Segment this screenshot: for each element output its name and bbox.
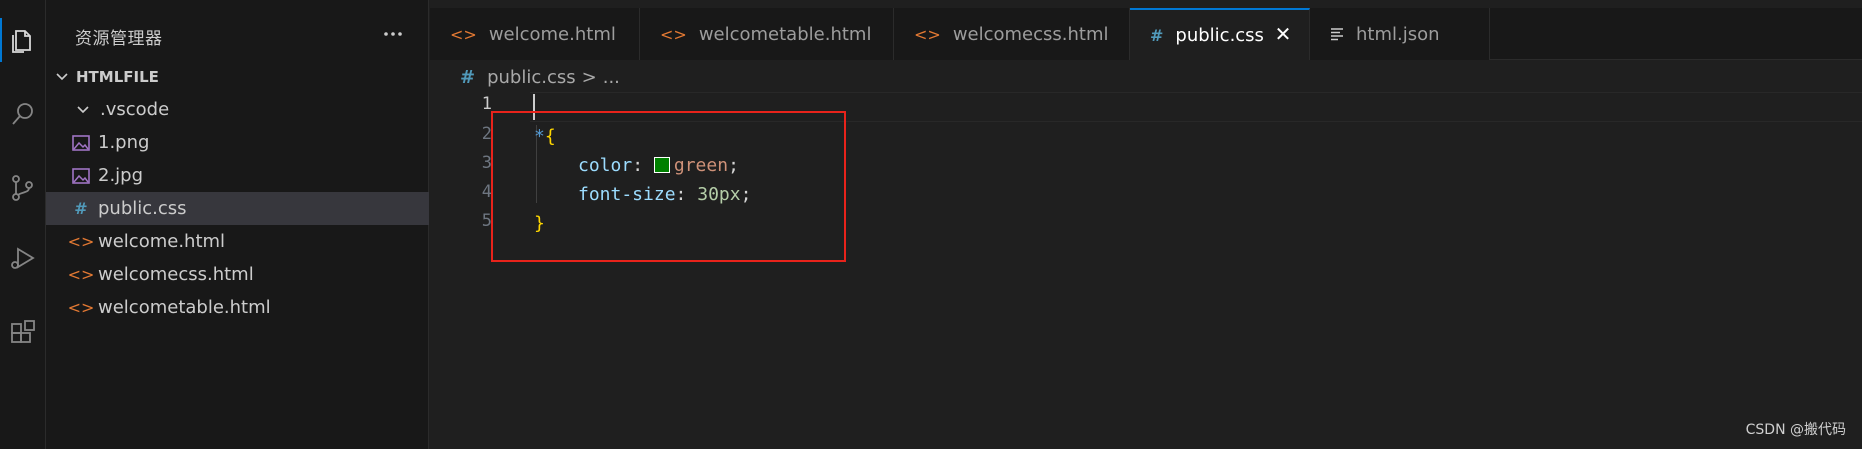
tree-item-label: 2.jpg [98, 165, 144, 186]
css-value: green [673, 154, 729, 176]
tree-item-label: welcometable.html [98, 297, 271, 318]
css-value: 30px [697, 183, 741, 205]
tab-welcome-html[interactable]: <> welcome.html [430, 8, 640, 60]
tree-item-label: .vscode [100, 99, 170, 120]
tree-item-welcometable-html[interactable]: <> welcometable.html [46, 291, 429, 324]
hash-icon: # [460, 66, 476, 88]
breadcrumb-separator: > [581, 66, 597, 88]
tab-welcomecss-html[interactable]: <> welcomecss.html [894, 8, 1130, 60]
tree-item-label: welcome.html [98, 231, 226, 252]
search-icon[interactable] [0, 84, 46, 144]
line-number: 2 [481, 124, 492, 144]
sidebar-header: 资源管理器 [46, 0, 429, 68]
tree-item-welcome-html[interactable]: <> welcome.html [46, 225, 429, 258]
tree-item-label: welcomecss.html [98, 264, 254, 285]
tree-item-vscode[interactable]: .vscode [46, 93, 429, 126]
vscode-window: 资源管理器 HTMLFILE .vscode 1.png 2.jpg # pub… [0, 0, 1862, 449]
html-icon: <> [914, 24, 941, 44]
hash-icon: # [1150, 25, 1164, 45]
chevron-down-icon [56, 73, 68, 81]
close-icon[interactable]: ✕ [1273, 22, 1293, 46]
breadcrumb: # public.css > ... [460, 64, 620, 90]
code-line-3: color: green; [578, 151, 739, 179]
semicolon: ; [740, 183, 752, 205]
css-property: font-size [578, 183, 676, 205]
html-icon: <> [67, 232, 95, 251]
html-icon: <> [67, 265, 95, 284]
tab-label: html.json [1356, 23, 1440, 45]
editor-tab-bar: <> welcome.html <> welcometable.html <> … [430, 8, 1862, 60]
tab-public-css[interactable]: # public.css ✕ [1130, 8, 1310, 60]
close-brace: } [534, 212, 545, 234]
html-icon: <> [660, 24, 687, 44]
breadcrumb-file[interactable]: public.css [487, 67, 576, 88]
chevron-down-icon [72, 104, 94, 116]
semicolon: ; [728, 154, 739, 176]
css-selector: * [534, 125, 545, 147]
hash-icon: # [74, 199, 88, 218]
ellipsis-icon [384, 32, 402, 36]
current-line-highlight [530, 92, 1862, 122]
line-number: 4 [481, 182, 492, 202]
sidebar-title: 资源管理器 [75, 29, 163, 49]
html-icon: <> [450, 24, 477, 44]
tree-item-1-png[interactable]: 1.png [46, 126, 429, 159]
tab-html-json[interactable]: html.json [1310, 8, 1490, 60]
activity-bar [0, 0, 46, 449]
color-swatch[interactable] [653, 157, 670, 173]
explorer-sidebar: 资源管理器 HTMLFILE .vscode 1.png 2.jpg # pub… [46, 0, 429, 449]
code-editor[interactable]: 1 2 3 4 5 *{ color: green; font-size: 30… [430, 92, 1862, 449]
open-brace: { [544, 125, 556, 147]
run-debug-icon[interactable] [0, 228, 46, 288]
folder-htmlfile[interactable]: HTMLFILE [46, 62, 429, 92]
watermark: CSDN @搬代码 [1745, 422, 1846, 438]
breadcrumb-more[interactable]: ... [603, 67, 620, 88]
code-line-5: } [534, 209, 545, 237]
tree-item-welcomecss-html[interactable]: <> welcomecss.html [46, 258, 429, 291]
tab-label: welcome.html [488, 23, 616, 45]
extensions-icon[interactable] [0, 302, 46, 362]
tab-label: public.css [1175, 24, 1264, 46]
image-icon [70, 167, 92, 184]
html-icon: <> [67, 298, 95, 317]
files-icon[interactable] [0, 10, 46, 70]
tab-label: welcometable.html [698, 23, 872, 45]
folder-name: HTMLFILE [76, 68, 159, 86]
css-property: color [578, 154, 633, 176]
line-number: 3 [481, 153, 492, 173]
line-number: 1 [481, 94, 492, 114]
tree-item-label: public.css [98, 198, 187, 219]
source-control-icon[interactable] [0, 158, 46, 218]
colon: : [675, 183, 687, 205]
tree-item-2-jpg[interactable]: 2.jpg [46, 159, 429, 192]
tab-label: welcomecss.html [952, 23, 1109, 45]
tree-item-label: 1.png [98, 132, 150, 153]
colon: : [632, 154, 644, 176]
json-icon [1330, 27, 1344, 41]
code-line-4: font-size: 30px; [578, 180, 751, 208]
image-icon [70, 134, 92, 151]
tree-item-public-css[interactable]: # public.css [46, 192, 429, 225]
tab-welcometable-html[interactable]: <> welcometable.html [640, 8, 894, 60]
code-line-2: *{ [534, 122, 556, 150]
more-actions-button[interactable] [378, 22, 408, 46]
text-cursor [533, 94, 535, 120]
line-number: 5 [481, 211, 492, 231]
